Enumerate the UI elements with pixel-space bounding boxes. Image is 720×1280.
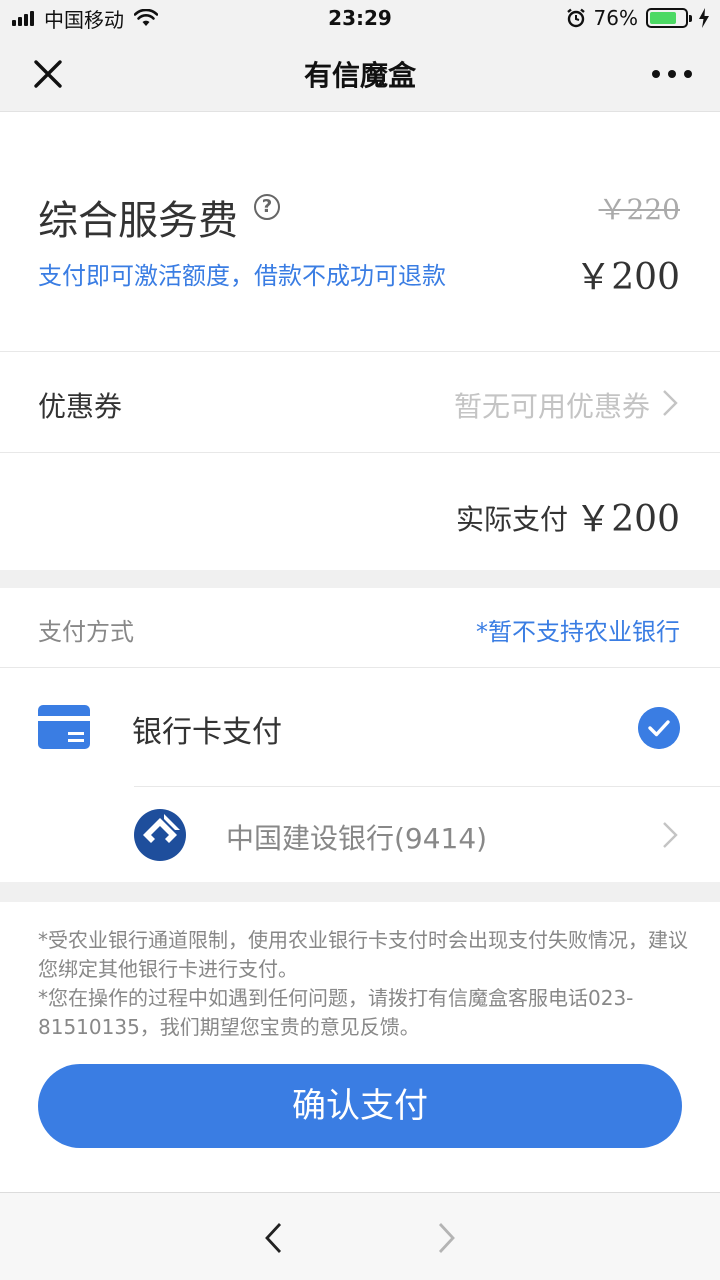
section-divider (0, 570, 720, 588)
note-line: *您在操作的过程中如遇到任何问题，请拨打有信魔盒客服电话023-81510135… (38, 986, 634, 1039)
coupon-value: 暂无可用优惠券 (453, 390, 650, 423)
more-icon[interactable] (652, 62, 692, 86)
chevron-right-icon (663, 822, 678, 848)
payment-method-note: *暂不支持农业银行 (476, 618, 680, 646)
charging-icon (699, 8, 709, 28)
selected-bank-row[interactable]: 中国建设银行(9414) (134, 786, 720, 882)
actual-payment-row: 实际支付 ￥200 (0, 454, 720, 570)
alarm-icon (566, 8, 585, 28)
nav-bar: 有信魔盒 (0, 36, 720, 112)
help-icon[interactable]: ? (254, 194, 280, 220)
battery-fill (650, 12, 676, 24)
bottom-nav-bar (0, 1192, 720, 1280)
actual-payment-label: 实际支付 (455, 503, 568, 536)
bank-card-icon (38, 705, 90, 749)
chevron-right-icon (663, 390, 678, 416)
fee-section: 综合服务费 ? ￥220 支付即可激活额度，借款不成功可退款 ￥200 (0, 112, 720, 352)
coupon-row[interactable]: 优惠券 暂无可用优惠券 (0, 353, 720, 453)
ccb-logo-icon (134, 809, 186, 861)
forward-icon[interactable] (434, 1221, 458, 1255)
battery-icon (646, 8, 692, 28)
bank-card-payment-option[interactable]: 银行卡支付 (0, 669, 720, 785)
section-divider (0, 882, 720, 902)
bank-card-payment-label: 银行卡支付 (132, 715, 282, 750)
coupon-label: 优惠券 (38, 390, 123, 423)
note-line: *受农业银行通道限制，使用农业银行卡支付时会出现支付失败情况，建议您绑定其他银行… (38, 928, 688, 981)
original-price: ￥220 (598, 193, 680, 226)
check-icon[interactable] (638, 707, 680, 749)
fee-subtitle: 支付即可激活额度，借款不成功可退款 (38, 262, 446, 290)
fee-price: ￥200 (575, 257, 680, 298)
back-icon[interactable] (262, 1221, 286, 1255)
confirm-payment-button[interactable]: 确认支付 (38, 1064, 682, 1148)
payment-method-header: 支付方式 *暂不支持农业银行 (0, 588, 720, 668)
fee-title: 综合服务费 (38, 198, 238, 244)
status-right: 76% (566, 6, 710, 30)
payment-method-label: 支付方式 (38, 618, 134, 646)
status-bar: 中国移动 23:29 76% (0, 0, 720, 36)
page-title: 有信魔盒 (303, 59, 416, 92)
battery-percent: 76% (593, 6, 638, 30)
notes: *受农业银行通道限制，使用农业银行卡支付时会出现支付失败情况，建议您绑定其他银行… (38, 926, 688, 1042)
bank-label: 中国建设银行(9414) (226, 822, 488, 855)
actual-payment-price: ￥200 (575, 499, 680, 540)
